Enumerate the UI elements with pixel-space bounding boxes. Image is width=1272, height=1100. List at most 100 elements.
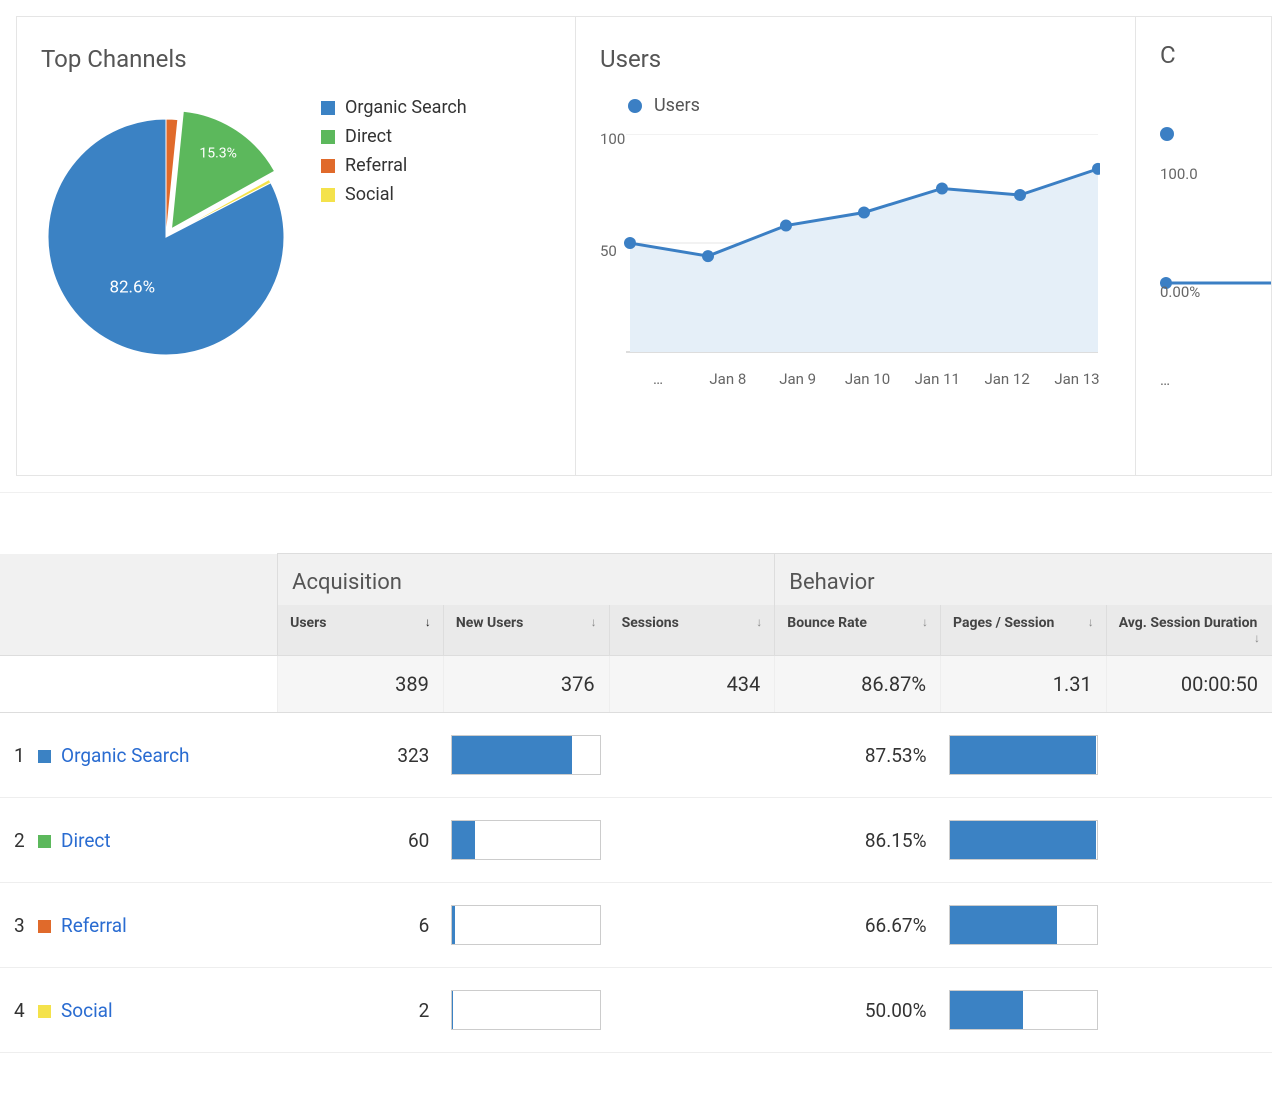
channel-swatch-icon (38, 1005, 51, 1018)
sort-arrow-icon: ↓ (1088, 615, 1094, 629)
cell-users: 6 (278, 883, 444, 968)
col-header-users[interactable]: Users↓ (278, 605, 444, 656)
legend-item[interactable]: Social (321, 184, 467, 205)
channel-link[interactable]: Organic Search (61, 744, 189, 767)
group-header-acquisition[interactable]: Acquisition (278, 554, 775, 606)
table-group-header-row: Acquisition Behavior (0, 554, 1272, 606)
bar-track (451, 905, 601, 945)
cell-bounce: 87.53% (775, 713, 941, 798)
sort-arrow-icon: ↓ (1254, 631, 1260, 645)
total-asd: 00:00:50 (1106, 656, 1272, 713)
cell-pps-bar (941, 883, 1107, 968)
cell-new-users-bar (443, 798, 609, 883)
x-tick: … (624, 370, 692, 388)
data-point[interactable] (858, 206, 870, 218)
data-point[interactable] (936, 183, 948, 195)
cutoff-line-svg (1160, 183, 1272, 293)
channel-link[interactable]: Direct (61, 829, 111, 852)
cell-sessions (609, 798, 775, 883)
cell-pps-bar (941, 798, 1107, 883)
bar-fill (452, 736, 572, 774)
cell-new-users-bar (443, 968, 609, 1053)
table-totals-row: 389 376 434 86.87% 1.31 00:00:50 (0, 656, 1272, 713)
col-header-bounce[interactable]: Bounce Rate↓ (775, 605, 941, 656)
x-tick: … (1160, 371, 1247, 389)
card-title-partial: C (1160, 41, 1247, 69)
total-pps: 1.31 (941, 656, 1107, 713)
x-tick: Jan 8 (694, 370, 762, 388)
cell-pps-bar (941, 968, 1107, 1053)
x-tick: Jan 9 (764, 370, 832, 388)
legend-item[interactable]: Organic Search (321, 97, 467, 118)
pie-slice-label: 82.6% (109, 277, 155, 297)
table-column-header-row: Users↓ New Users↓ Sessions↓ Bounce Rate↓… (0, 605, 1272, 656)
cell-pps-bar (941, 713, 1107, 798)
data-point[interactable] (702, 250, 714, 262)
bar-track (451, 735, 601, 775)
bar-fill (452, 906, 454, 944)
channel-cell: 2Direct (0, 798, 278, 883)
sort-arrow-icon: ↓ (756, 615, 762, 629)
total-bounce: 86.87% (775, 656, 941, 713)
channels-table: Acquisition Behavior Users↓ New Users↓ S… (0, 553, 1272, 1053)
cell-users: 60 (278, 798, 444, 883)
pie-legend: Organic Search Direct Referral Social (321, 97, 467, 213)
row-number: 3 (14, 914, 32, 937)
legend-swatch-icon (321, 130, 335, 144)
total-users: 389 (278, 656, 444, 713)
cell-bounce: 66.67% (775, 883, 941, 968)
legend-label: Referral (345, 155, 407, 176)
bar-fill (452, 991, 453, 1029)
x-tick: Jan 12 (973, 370, 1041, 388)
bar-track (949, 820, 1099, 860)
series-label: Users (654, 95, 700, 116)
row-number: 4 (14, 999, 32, 1022)
series-dot-icon (1160, 127, 1174, 141)
legend-item[interactable]: Direct (321, 126, 467, 147)
pie-slice-label: 15.3% (199, 146, 237, 162)
table-row: 2Direct60 86.15% (0, 798, 1272, 883)
bar-fill (950, 736, 1097, 774)
group-header-behavior[interactable]: Behavior (775, 554, 1272, 606)
area-fill (630, 169, 1098, 352)
users-line-chart: 100 50 (600, 134, 1100, 364)
sort-arrow-icon: ↓ (425, 615, 431, 629)
cell-bounce: 86.15% (775, 798, 941, 883)
cell-sessions (609, 883, 775, 968)
total-new-users: 376 (443, 656, 609, 713)
blank-header (0, 554, 278, 606)
bar-track (451, 990, 601, 1030)
bar-track (949, 735, 1099, 775)
col-header-sessions[interactable]: Sessions↓ (609, 605, 775, 656)
table-row: 4Social250.00% (0, 968, 1272, 1053)
table-row: 3 Referral 6 66.67% (0, 883, 1272, 968)
legend-item[interactable]: Referral (321, 155, 467, 176)
cell-users: 2 (278, 968, 444, 1053)
legend-label: Organic Search (345, 97, 467, 118)
bar-fill (950, 821, 1097, 859)
bar-fill (950, 991, 1023, 1029)
data-point[interactable] (780, 220, 792, 232)
channel-link[interactable]: Referral (61, 914, 127, 937)
series-dot-icon (628, 99, 642, 113)
channel-link[interactable]: Social (61, 999, 113, 1022)
col-header-new-users[interactable]: New Users↓ (443, 605, 609, 656)
card-title: Top Channels (41, 45, 551, 73)
top-channels-card: Top Channels 15.3% 82.6% Organic Search Di… (16, 16, 576, 476)
users-legend: Users (628, 95, 1111, 116)
col-header-avg-session-duration[interactable]: Avg. Session Duration↓ (1106, 605, 1272, 656)
bar-track (949, 905, 1099, 945)
channel-swatch-icon (38, 750, 51, 763)
top-channels-pie-chart: 15.3% 82.6% (41, 97, 291, 357)
row-number: 1 (14, 744, 32, 767)
data-point[interactable] (1014, 189, 1026, 201)
bar-track (451, 820, 601, 860)
bar-track (949, 990, 1099, 1030)
table-row: 1Organic Search32387.53% (0, 713, 1272, 798)
x-tick: Jan 13 (1043, 370, 1111, 388)
col-header-pages-session[interactable]: Pages / Session↓ (941, 605, 1107, 656)
x-tick: Jan 10 (833, 370, 901, 388)
cell-asd (1106, 713, 1272, 798)
bar-fill (452, 821, 475, 859)
data-point[interactable] (624, 237, 636, 249)
